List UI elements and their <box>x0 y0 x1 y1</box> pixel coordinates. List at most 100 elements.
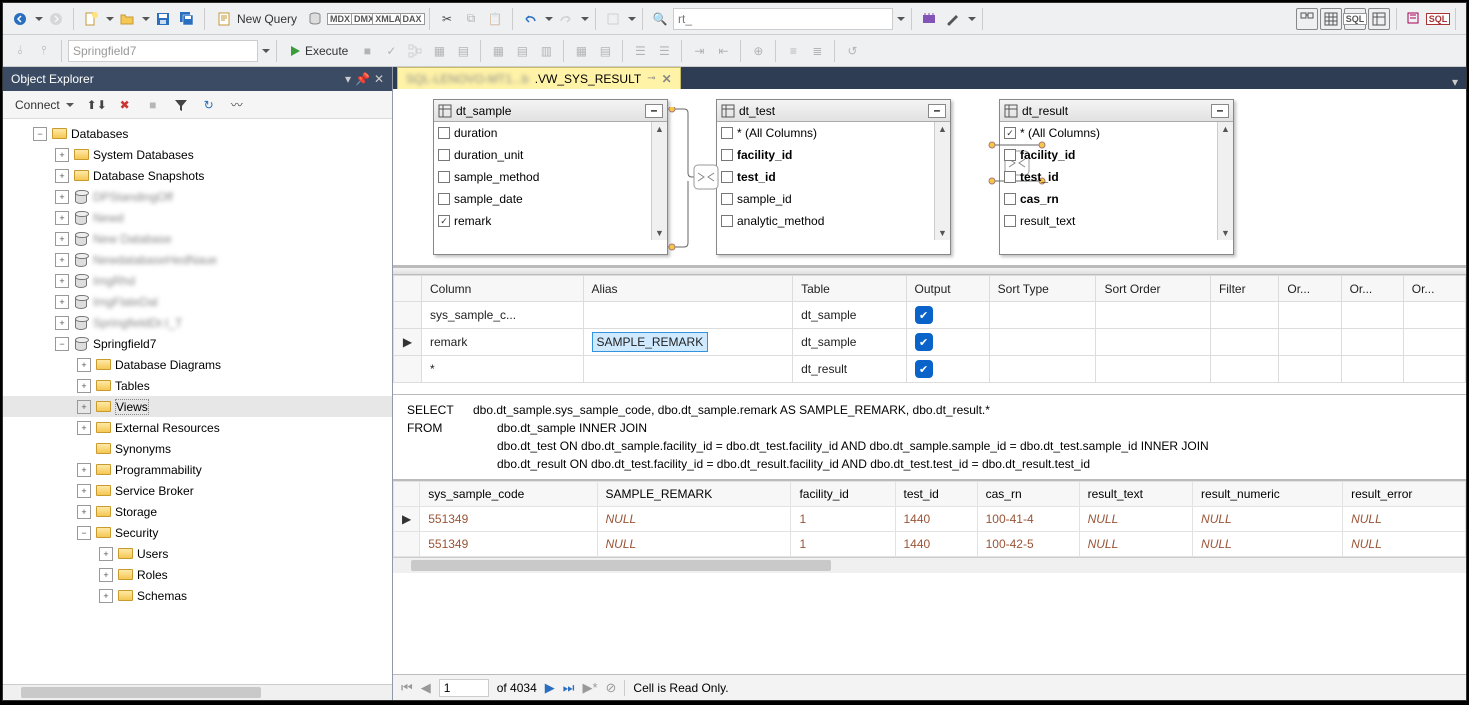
tree-node-springfield[interactable]: −Springfield7 <box>3 333 392 354</box>
connect-button[interactable]: Connect <box>9 94 80 116</box>
redo-button[interactable] <box>555 8 577 30</box>
tree-node[interactable]: +Roles <box>3 564 392 585</box>
paste-button[interactable]: 📋 <box>484 8 506 30</box>
grid-row[interactable]: *dt_result ✔ <box>394 356 1466 383</box>
change-type-button[interactable] <box>1403 8 1425 30</box>
tree-node[interactable]: +Programmability <box>3 459 392 480</box>
diagram-pane[interactable]: dt_sample– duration duration_unit sample… <box>393 89 1466 267</box>
close-icon[interactable]: ✕ <box>662 72 672 86</box>
cut-button[interactable]: ✂ <box>436 8 458 30</box>
results-pane-button[interactable] <box>1368 8 1390 30</box>
result-row[interactable]: 551349 NULL 1 1440 100-42-5 NULL NULL NU… <box>394 532 1466 557</box>
stop-button[interactable]: ■ <box>356 40 378 62</box>
db-query-button[interactable] <box>305 8 327 30</box>
result-col-header[interactable]: cas_rn <box>977 482 1079 507</box>
column-item[interactable]: ✓* (All Columns) <box>1000 122 1233 144</box>
new-query-button[interactable]: New Query <box>211 8 303 30</box>
disconnect-icon[interactable]: ⫰ <box>9 40 31 62</box>
object-explorer-tree[interactable]: −Databases +System Databases +Database S… <box>3 119 392 684</box>
vertical-scrollbar[interactable]: ▲▼ <box>651 122 667 240</box>
tb-icon[interactable]: ↺ <box>841 40 863 62</box>
tree-node[interactable]: +DPStandingOff <box>3 186 392 207</box>
column-item[interactable]: test_id <box>1000 166 1233 188</box>
undo-button[interactable] <box>519 8 541 30</box>
column-item[interactable]: test_id <box>717 166 950 188</box>
dropdown-icon[interactable] <box>545 17 553 21</box>
dropdown-icon[interactable] <box>142 17 150 21</box>
minimize-icon[interactable]: – <box>645 104 663 118</box>
dax-query-button[interactable]: DAX <box>401 8 423 30</box>
diagram-table-dt-result[interactable]: dt_result– ✓* (All Columns) facility_id … <box>999 99 1234 255</box>
column-item[interactable]: duration_unit <box>434 144 667 166</box>
col-header[interactable]: Or... <box>1341 276 1403 302</box>
minimize-icon[interactable]: – <box>928 104 946 118</box>
result-col-header[interactable]: result_text <box>1079 482 1192 507</box>
column-item[interactable]: duration <box>434 122 667 144</box>
tree-node[interactable]: +System Databases <box>3 144 392 165</box>
tree-node[interactable]: +External Resources <box>3 417 392 438</box>
xmla-query-button[interactable]: XMLA <box>377 8 399 30</box>
column-item[interactable]: analytic_method <box>717 210 950 232</box>
copy-button[interactable]: ⧉ <box>460 8 482 30</box>
nav-first-icon[interactable]: ⏮ <box>401 680 413 696</box>
tree-node[interactable]: +ImgRhd <box>3 270 392 291</box>
nav-last-icon[interactable]: ⏭ <box>563 680 575 696</box>
tb-icon[interactable]: ▤ <box>594 40 616 62</box>
result-col-header[interactable]: result_error <box>1343 482 1466 507</box>
col-header[interactable]: Or... <box>1403 276 1465 302</box>
database-combo[interactable] <box>68 40 258 62</box>
result-col-header[interactable]: facility_id <box>791 482 895 507</box>
stop-icon[interactable]: ■ <box>142 94 164 116</box>
tree-node[interactable]: +Database Snapshots <box>3 165 392 186</box>
alias-input[interactable]: SAMPLE_REMARK <box>592 332 709 352</box>
stats-icon[interactable]: ▤ <box>452 40 474 62</box>
col-header[interactable]: Table <box>793 276 906 302</box>
outdent-icon[interactable]: ⇤ <box>712 40 734 62</box>
indent-icon[interactable]: ⇥ <box>688 40 710 62</box>
tab-overflow-icon[interactable]: ▾ <box>1444 75 1466 89</box>
pin-icon[interactable]: ⊸ <box>647 73 655 84</box>
result-col-header[interactable]: test_id <box>895 482 977 507</box>
diagram-table-dt-test[interactable]: dt_test– * (All Columns) facility_id tes… <box>716 99 951 255</box>
tab-vw-sys-result[interactable]: SQL-LENOVO-MT1...b.VW_SYS_RESULT ⊸ ✕ <box>397 67 681 89</box>
tree-node[interactable]: +Tables <box>3 375 392 396</box>
column-item[interactable]: sample_date <box>434 188 667 210</box>
column-item[interactable]: * (All Columns) <box>717 122 950 144</box>
col-header[interactable]: Output <box>906 276 989 302</box>
result-col-header[interactable]: sys_sample_code <box>420 482 597 507</box>
column-item[interactable]: sample_id <box>717 188 950 210</box>
tb-icon[interactable]: ⊕ <box>747 40 769 62</box>
dropdown-icon[interactable] <box>968 17 976 21</box>
tb-icon[interactable]: ▦ <box>570 40 592 62</box>
result-col-header[interactable]: SAMPLE_REMARK <box>597 482 791 507</box>
connect-icon[interactable]: ⬆⬇ <box>86 94 108 116</box>
execute-button[interactable]: Execute <box>283 40 354 62</box>
execute-sql-button[interactable]: SQL <box>1427 8 1449 30</box>
nav-fwd-button[interactable] <box>45 8 67 30</box>
plan-icon[interactable] <box>404 40 426 62</box>
criteria-pane-button[interactable] <box>1320 8 1342 30</box>
col-header[interactable]: Alias <box>583 276 793 302</box>
sql-pane-button[interactable]: SQL <box>1344 8 1366 30</box>
tree-node[interactable]: +Storage <box>3 501 392 522</box>
extension-button[interactable] <box>918 8 940 30</box>
mdx-query-button[interactable]: MDX <box>329 8 351 30</box>
settings-button[interactable] <box>942 8 964 30</box>
col-header[interactable]: Sort Order <box>1096 276 1210 302</box>
nav-prev-icon[interactable]: ◀ <box>421 680 431 696</box>
tree-node-databases[interactable]: −Databases <box>3 123 392 144</box>
column-item[interactable]: facility_id <box>1000 144 1233 166</box>
nav-next-icon[interactable]: ▶ <box>545 680 555 696</box>
output-checkbox[interactable]: ✔ <box>915 306 933 324</box>
horizontal-scrollbar[interactable] <box>3 684 392 700</box>
vertical-scrollbar[interactable]: ▲▼ <box>1217 122 1233 240</box>
column-item[interactable]: ✓remark <box>434 210 667 232</box>
nav-new-icon[interactable]: ▶* <box>582 680 597 696</box>
disconnect-icon[interactable]: ✖ <box>114 94 136 116</box>
tree-node[interactable]: +New Database <box>3 228 392 249</box>
diagram-pane-button[interactable] <box>1296 8 1318 30</box>
col-header[interactable]: Sort Type <box>989 276 1096 302</box>
tree-node[interactable]: +NewdatabaseHedNaue <box>3 249 392 270</box>
diagram-table-dt-sample[interactable]: dt_sample– duration duration_unit sample… <box>433 99 668 255</box>
tb-icon[interactable]: ▥ <box>535 40 557 62</box>
